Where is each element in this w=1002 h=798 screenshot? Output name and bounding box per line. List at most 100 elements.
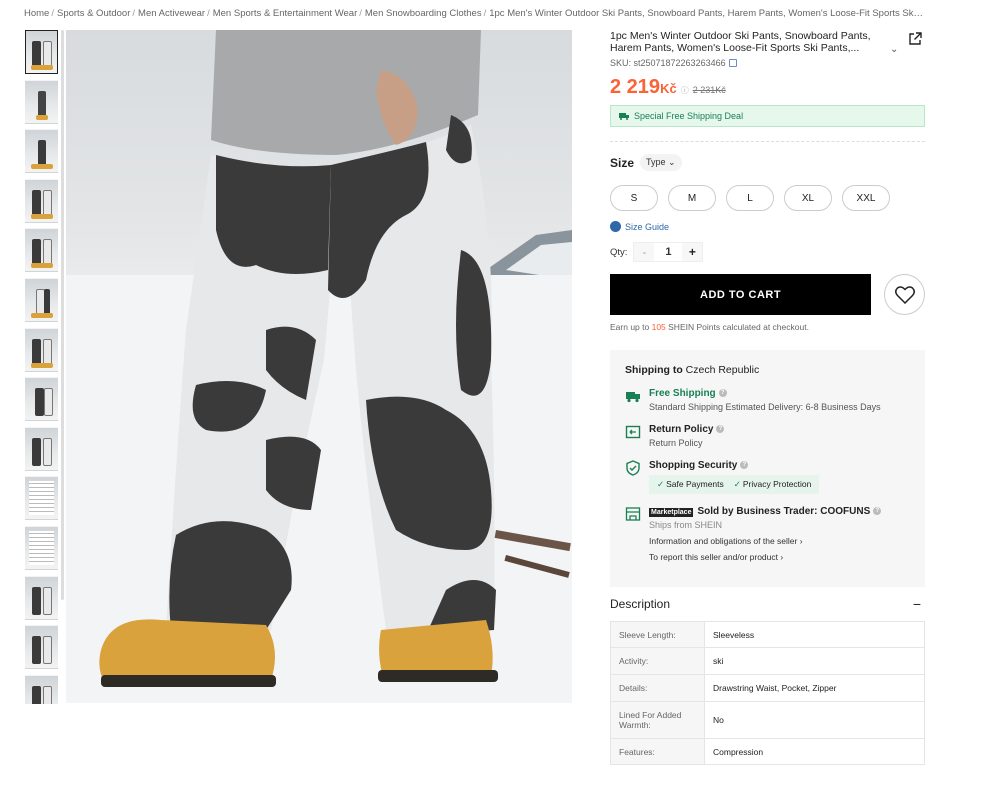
attr-value: Sleeveless xyxy=(704,621,925,648)
collapse-icon[interactable]: − xyxy=(913,596,921,612)
info-icon[interactable]: ⓘ xyxy=(681,85,689,96)
product-title: 1pc Men's Winter Outdoor Ski Pants, Snow… xyxy=(610,30,871,54)
breadcrumb-item[interactable]: Men Activewear xyxy=(138,8,205,19)
quantity-row: Qty: - 1 + xyxy=(610,242,925,262)
thumbnail-scrollbar[interactable] xyxy=(61,30,64,600)
seller-row: Marketplace Sold by Business Trader: COOF… xyxy=(625,506,910,562)
store-icon xyxy=(625,507,641,521)
thumbnail[interactable] xyxy=(25,79,58,124)
size-option-l[interactable]: L xyxy=(726,185,774,211)
thumbnail[interactable] xyxy=(25,426,58,471)
thumbnail[interactable] xyxy=(25,277,58,322)
shopping-security-row: Shopping Security? Safe Payments Privacy… xyxy=(625,460,910,494)
table-row: Sleeve Length: Sleeveless xyxy=(610,621,925,648)
seller-info-link[interactable]: Information and obligations of the selle… xyxy=(649,536,881,546)
attr-key: Features: xyxy=(610,738,705,765)
points-note: Earn up to 105 SHEIN Points calculated a… xyxy=(610,322,809,332)
size-guide-link[interactable]: Size Guide xyxy=(610,221,925,232)
shipping-title: Shipping to Czech Republic xyxy=(625,364,760,376)
attr-key: Details: xyxy=(610,674,705,702)
thumbnail[interactable] xyxy=(25,525,58,570)
breadcrumb-item[interactable]: Home xyxy=(24,8,49,19)
size-option-xxl[interactable]: XXL xyxy=(842,185,890,211)
truck-icon xyxy=(626,392,640,403)
thumbnail[interactable] xyxy=(25,377,58,422)
thumbnail[interactable] xyxy=(25,30,58,74)
thumbnail[interactable] xyxy=(25,178,58,223)
product-info: 1pc Men's Winter Outdoor Ski Pants, Snow… xyxy=(610,30,925,765)
price-value: 2 219 xyxy=(610,76,661,98)
shipping-deal-banner: Special Free Shipping Deal xyxy=(610,105,925,127)
qty-label: Qty: xyxy=(610,246,628,258)
size-option-s[interactable]: S xyxy=(610,185,658,211)
price-row: 2 219Kč ⓘ 2 231Kč xyxy=(610,76,925,99)
points-value: 105 xyxy=(651,322,666,332)
description-title: Description xyxy=(610,597,671,611)
table-row: Features: Compression xyxy=(610,738,925,765)
breadcrumb-item[interactable]: Men Sports & Entertainment Wear xyxy=(213,8,358,19)
report-seller-link[interactable]: To report this seller and/or product › xyxy=(649,552,881,562)
add-to-cart-button[interactable]: ADD TO CART xyxy=(610,274,872,315)
description-header[interactable]: Description − xyxy=(610,596,925,612)
cart-row: ADD TO CART xyxy=(610,274,925,315)
attr-value: Compression xyxy=(704,738,925,765)
thumbnail[interactable] xyxy=(25,476,58,521)
help-icon[interactable]: ? xyxy=(718,389,727,398)
table-row: Lined For Added Warmth: No xyxy=(610,701,925,739)
table-row: Activity: ski xyxy=(610,647,925,675)
seller-name[interactable]: Sold by Business Trader: COOFUNS xyxy=(697,506,870,517)
quantity-stepper: - 1 + xyxy=(633,242,704,262)
size-options: S M L XL XXL xyxy=(610,185,925,211)
breadcrumb-current: 1pc Men's Winter Outdoor Ski Pants, Snow… xyxy=(489,8,924,19)
truck-icon xyxy=(619,113,629,120)
return-policy-row: Return Policy? Return Policy xyxy=(625,424,910,448)
qty-value[interactable]: 1 xyxy=(654,246,682,258)
attributes-table: Sleeve Length: Sleeveless Activity: ski De… xyxy=(610,621,925,765)
thumbnail[interactable] xyxy=(25,674,58,704)
qty-increase-button[interactable]: + xyxy=(682,243,703,261)
help-icon[interactable]: ? xyxy=(740,461,749,470)
breadcrumb-item[interactable]: Sports & Outdoor xyxy=(57,8,130,19)
size-option-m[interactable]: M xyxy=(668,185,716,211)
shipping-panel: Shipping to Czech Republic Free Shipping… xyxy=(610,350,925,587)
thumbnail-strip xyxy=(25,30,61,704)
free-shipping-desc: Standard Shipping Estimated Delivery: 6-… xyxy=(649,402,881,412)
attr-key: Activity: xyxy=(610,647,705,675)
chevron-down-icon[interactable]: ⌄ xyxy=(890,44,898,55)
original-price: 2 231Kč xyxy=(692,85,726,95)
size-type-dropdown[interactable]: Type ⌄ xyxy=(640,154,682,171)
sku-row: SKU: st2507187226326346​6 xyxy=(610,58,925,68)
attr-value: ski xyxy=(704,647,925,675)
return-policy-title[interactable]: Return Policy xyxy=(649,424,713,435)
attr-value: No xyxy=(704,701,925,739)
size-header: Size Type ⌄ xyxy=(610,154,925,171)
security-tags: Safe Payments Privacy Protection xyxy=(649,475,820,494)
thumbnail[interactable] xyxy=(25,327,58,372)
safe-payments-tag: Safe Payments xyxy=(657,479,724,490)
free-shipping-title: Free Shipping xyxy=(649,388,716,399)
security-title: Shopping Security xyxy=(649,460,738,471)
thumbnail[interactable] xyxy=(25,625,58,670)
thumbnail[interactable] xyxy=(25,228,58,273)
ruler-icon xyxy=(610,221,621,232)
help-icon[interactable]: ? xyxy=(873,507,882,516)
thumbnail[interactable] xyxy=(25,129,58,174)
help-icon[interactable]: ? xyxy=(716,425,725,434)
copy-icon[interactable] xyxy=(728,59,737,67)
return-policy-link[interactable]: Return Policy xyxy=(649,438,724,448)
breadcrumb-item[interactable]: Men Snowboarding Clothes xyxy=(365,8,482,19)
wishlist-button[interactable] xyxy=(884,274,925,315)
attr-key: Sleeve Length: xyxy=(610,621,705,648)
shipping-country[interactable]: Czech Republic xyxy=(686,364,760,376)
sku-text: SKU: st2507187226326346​6 xyxy=(610,58,726,68)
product-main-image[interactable] xyxy=(66,30,572,703)
size-label: Size xyxy=(610,155,635,170)
size-option-xl[interactable]: XL xyxy=(784,185,832,211)
attr-value: Drawstring Waist, Pocket, Zipper xyxy=(704,674,925,702)
share-icon[interactable] xyxy=(907,31,923,47)
heart-icon xyxy=(894,285,915,304)
thumbnail[interactable] xyxy=(25,575,58,620)
divider xyxy=(610,141,925,142)
attr-key: Lined For Added Warmth: xyxy=(610,701,705,739)
qty-decrease-button[interactable]: - xyxy=(634,243,655,261)
